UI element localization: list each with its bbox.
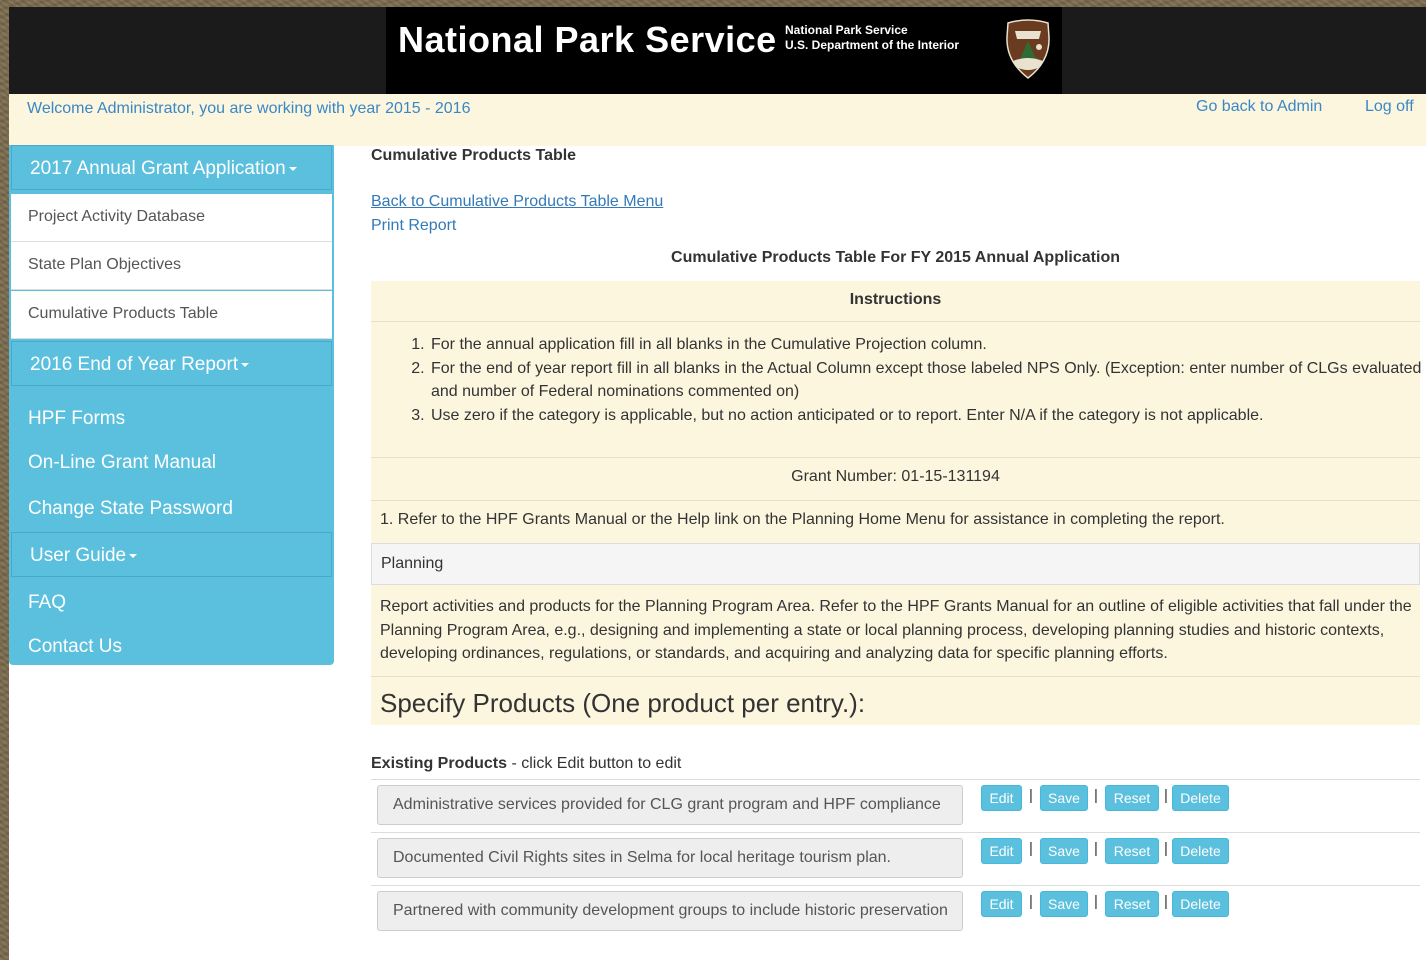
sidebar-link-change-state-password[interactable]: Change State Password — [28, 498, 233, 520]
edit-button[interactable]: Edit — [981, 785, 1022, 811]
instruction-item: Use zero if the category is applicable, … — [429, 404, 1426, 428]
subtitle-line-1: National Park Service — [785, 23, 908, 37]
subtitle-line-2: U.S. Department of the Interior — [785, 38, 960, 52]
page: National Park Service National Park Serv… — [9, 7, 1426, 960]
instruction-item: For the end of year report fill in all b… — [429, 357, 1426, 404]
planning-header: Planning — [371, 543, 1420, 585]
back-to-menu-link[interactable]: Back to Cumulative Products Table Menu — [371, 193, 663, 211]
specify-products-heading: Specify Products (One product per entry.… — [380, 688, 866, 718]
divider — [371, 676, 1420, 677]
sidebar: 2017 Annual Grant Application Project Ac… — [9, 145, 334, 665]
separator: | — [1029, 787, 1033, 804]
separator: | — [1164, 893, 1168, 910]
sidebar-link-hpf-forms[interactable]: HPF Forms — [28, 408, 125, 430]
menu-end-of-year-report[interactable]: 2016 End of Year Report — [11, 341, 332, 386]
nps-arrowhead-icon — [1006, 19, 1050, 79]
existing-products-title: Existing Products — [371, 755, 508, 772]
instructions-panel: Instructions For the annual application … — [371, 281, 1421, 725]
instruction-item: For the annual application fill in all b… — [429, 333, 1426, 357]
sidebar-item-cumulative-products-table[interactable]: Cumulative Products Table — [11, 291, 332, 339]
existing-products-hint: - click Edit button to edit — [507, 755, 682, 772]
divider — [371, 321, 1420, 322]
delete-button[interactable]: Delete — [1172, 838, 1229, 864]
menu-user-guide[interactable]: User Guide — [11, 532, 332, 577]
log-off-link[interactable]: Log off — [1365, 98, 1414, 116]
reset-button[interactable]: Reset — [1105, 838, 1159, 864]
row-divider — [371, 779, 1420, 780]
sidebar-link-online-grant-manual[interactable]: On-Line Grant Manual — [28, 452, 216, 474]
separator: | — [1094, 787, 1098, 804]
save-button[interactable]: Save — [1040, 838, 1088, 864]
reset-button[interactable]: Reset — [1105, 785, 1159, 811]
sidebar-item-project-activity-database[interactable]: Project Activity Database — [11, 194, 332, 242]
separator: | — [1164, 840, 1168, 857]
save-button[interactable]: Save — [1040, 891, 1088, 917]
reset-button[interactable]: Reset — [1105, 891, 1159, 917]
print-report-link[interactable]: Print Report — [371, 217, 456, 235]
separator: | — [1094, 840, 1098, 857]
sidebar-link-faq[interactable]: FAQ — [28, 592, 66, 614]
separator: | — [1164, 787, 1168, 804]
save-button[interactable]: Save — [1040, 785, 1088, 811]
edit-button[interactable]: Edit — [981, 891, 1022, 917]
planning-description: Report activities and products for the P… — [380, 598, 1412, 662]
top-bar: National Park Service National Park Serv… — [9, 7, 1426, 94]
product-entry-3[interactable]: Partnered with community development gro… — [377, 891, 963, 931]
site-subtitle: National Park Service U.S. Department of… — [785, 23, 959, 53]
site-title: National Park Service — [398, 19, 777, 60]
welcome-bar: Welcome Administrator, you are working w… — [9, 94, 1426, 146]
section-title: Cumulative Products Table — [371, 147, 577, 164]
instructions-list: For the annual application fill in all b… — [411, 333, 1426, 427]
product-entry-1[interactable]: Administrative services provided for CLG… — [377, 785, 963, 825]
page-title: Cumulative Products Table For FY 2015 An… — [671, 249, 1120, 266]
row-divider — [371, 885, 1420, 886]
separator: | — [1029, 893, 1033, 910]
product-entry-2[interactable]: Documented Civil Rights sites in Selma f… — [377, 838, 963, 878]
sidebar-link-contact-us[interactable]: Contact Us — [28, 636, 122, 658]
existing-products-label: Existing Products - click Edit button to… — [371, 755, 681, 773]
edit-button[interactable]: Edit — [981, 838, 1022, 864]
divider — [371, 457, 1420, 458]
divider — [371, 500, 1420, 501]
row-divider — [371, 832, 1420, 833]
sidebar-item-state-plan-objectives[interactable]: State Plan Objectives — [11, 242, 332, 290]
caret-down-icon — [288, 166, 297, 171]
refer-text: 1. Refer to the HPF Grants Manual or the… — [380, 511, 1225, 528]
menu-label: User Guide — [30, 545, 127, 566]
separator: | — [1094, 893, 1098, 910]
caret-down-icon — [241, 362, 250, 367]
menu-label: 2017 Annual Grant Application — [30, 158, 286, 179]
grant-number: Grant Number: 01-15-131194 — [791, 468, 1000, 485]
menu-label: 2016 End of Year Report — [30, 354, 239, 375]
separator: | — [1029, 840, 1033, 857]
delete-button[interactable]: Delete — [1172, 891, 1229, 917]
welcome-message: Welcome Administrator, you are working w… — [27, 100, 471, 117]
instructions-heading: Instructions — [849, 291, 942, 308]
nps-banner: National Park Service National Park Serv… — [386, 7, 1062, 94]
go-back-admin-link[interactable]: Go back to Admin — [1196, 98, 1322, 116]
caret-down-icon — [129, 553, 138, 558]
menu-annual-grant-application[interactable]: 2017 Annual Grant Application — [11, 145, 332, 190]
delete-button[interactable]: Delete — [1172, 785, 1229, 811]
